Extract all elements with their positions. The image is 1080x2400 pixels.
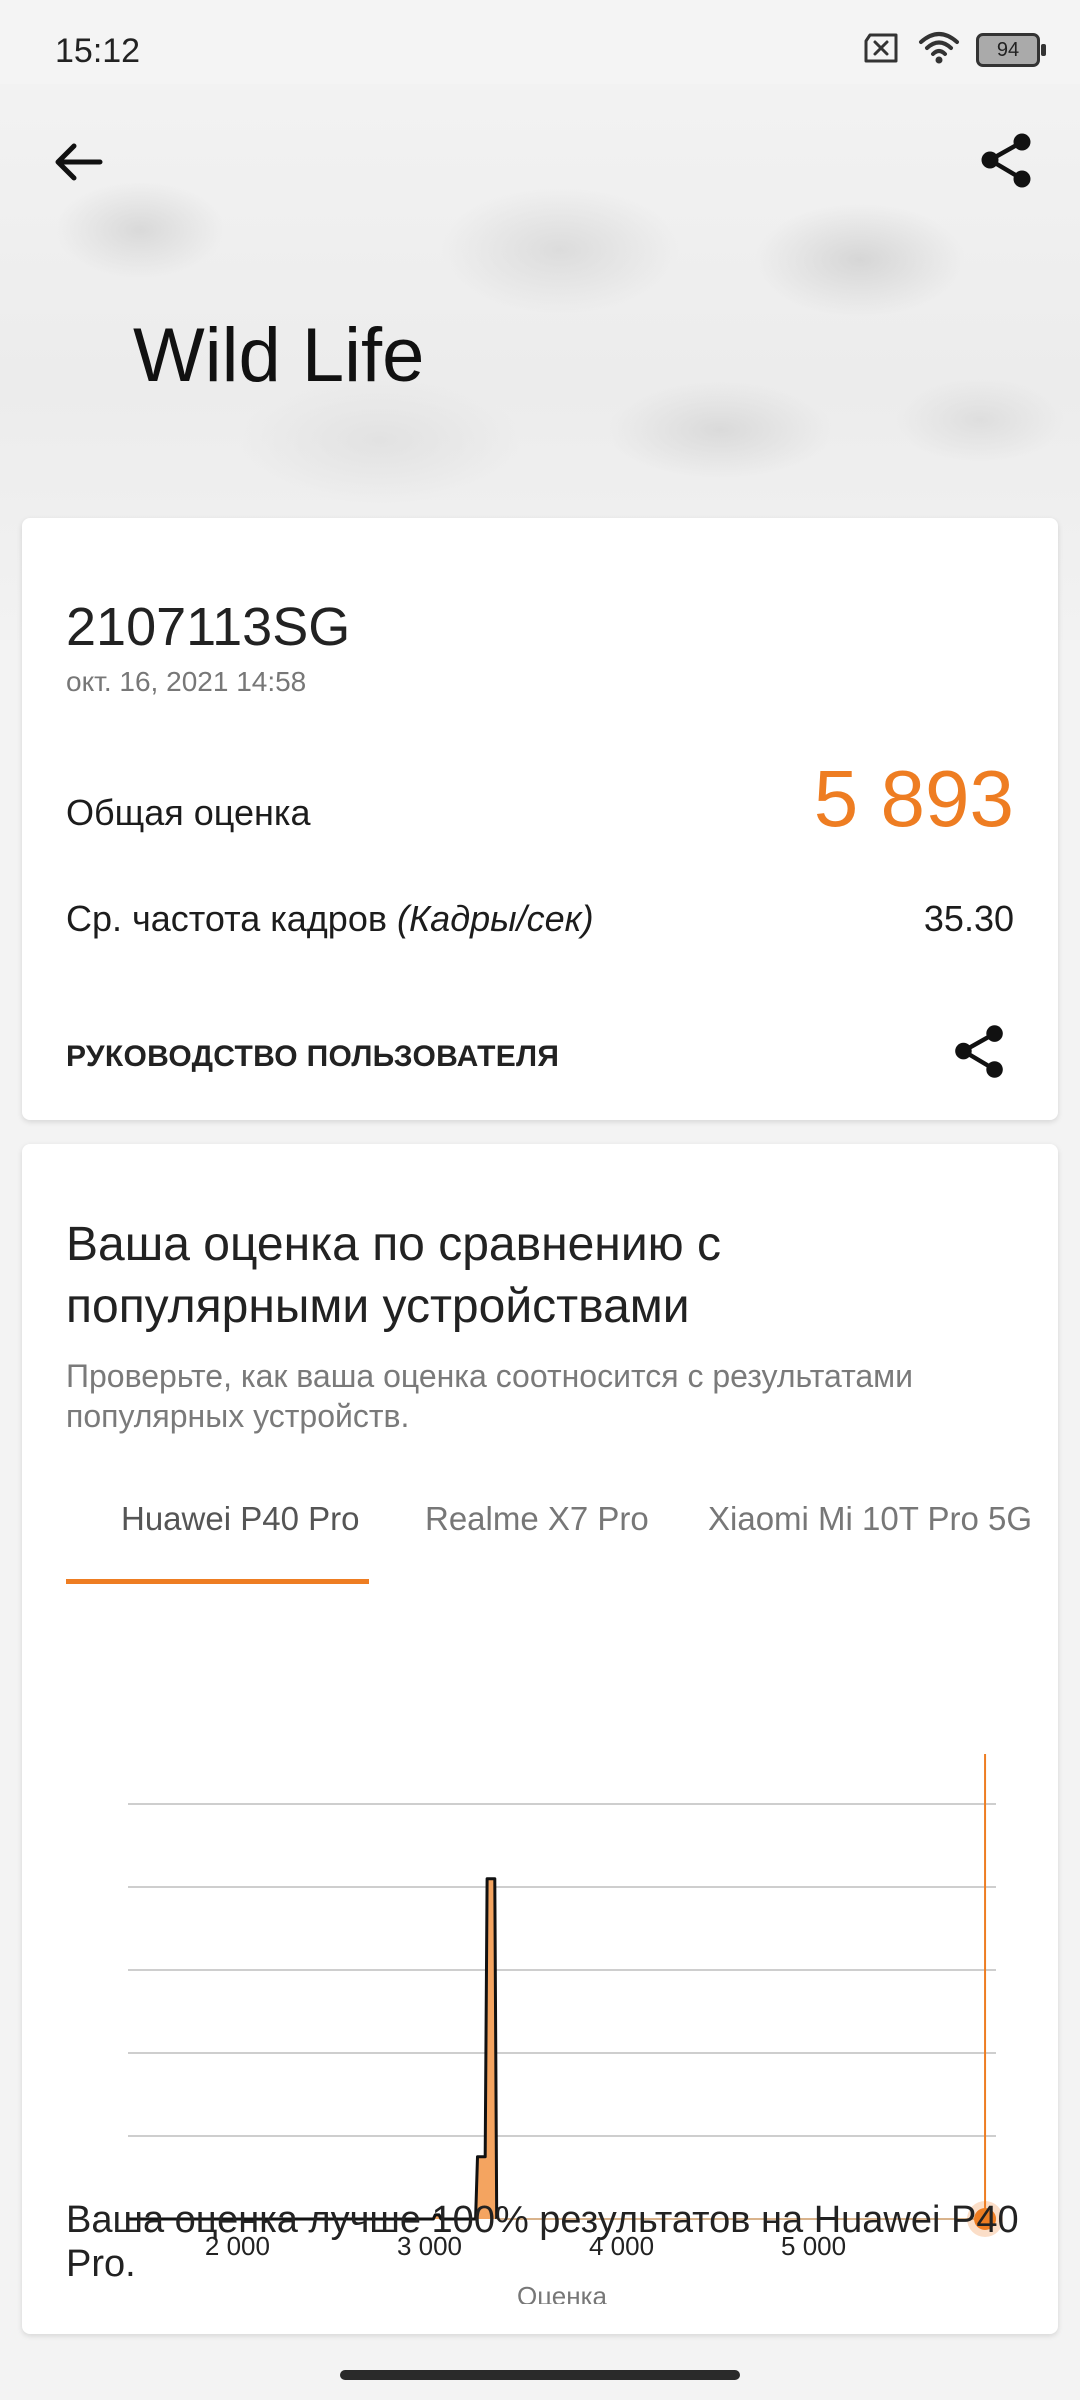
result-card: 2107113SG окт. 16, 2021 14:58 Общая оцен… xyxy=(22,518,1058,1120)
tab-huawei-p40-pro[interactable]: Huawei P40 Pro xyxy=(121,1500,359,1580)
sim-off-icon xyxy=(862,31,902,70)
comparison-subtitle: Проверьте, как ваша оценка соотносится с… xyxy=(66,1358,914,1434)
arrow-left-icon xyxy=(42,143,114,204)
distribution-outline xyxy=(128,1877,499,2221)
page-title: Wild Life xyxy=(133,313,425,398)
fps-label: Ср. частота кадров (Кадры/сек) xyxy=(66,898,594,940)
comparison-verdict: Ваша оценка лучше 100% результатов на Hu… xyxy=(66,2199,1019,2285)
share-icon xyxy=(944,1025,1014,1092)
fps-label-text: Ср. частота кадров xyxy=(66,898,397,939)
status-icons: 94 xyxy=(862,28,1046,72)
device-tabs: Huawei P40 Pro Realme X7 Pro Xiaomi Mi 1… xyxy=(66,1500,1041,1580)
share-icon xyxy=(970,133,1042,202)
overall-score-label: Общая оценка xyxy=(66,792,311,833)
share-button[interactable] xyxy=(970,126,1042,198)
overall-score-value: 5 893 xyxy=(813,754,1014,843)
comparison-title: Ваша оценка по сравнению с популярными у… xyxy=(66,1218,721,1333)
result-date: окт. 16, 2021 14:58 xyxy=(66,666,307,697)
fps-label-unit: (Кадры/сек) xyxy=(396,898,594,939)
battery-icon: 94 xyxy=(976,33,1046,67)
fps-value: 35.30 xyxy=(923,898,1014,939)
back-button[interactable] xyxy=(42,128,114,200)
comparison-card: Ваша оценка по сравнению с популярными у… xyxy=(22,1144,1058,2334)
user-guide-link[interactable]: РУКОВОДСТВО ПОЛЬЗОВАТЕЛЯ xyxy=(66,1040,559,1074)
home-indicator[interactable] xyxy=(340,2370,740,2380)
device-name: 2107113SG xyxy=(66,597,351,657)
status-time: 15:12 xyxy=(55,32,141,70)
tab-xiaomi-mi-10t-pro-5g[interactable]: Xiaomi Mi 10T Pro 5G xyxy=(708,1500,1032,1580)
share-result-button[interactable] xyxy=(944,1018,1014,1088)
distribution-area xyxy=(128,1878,497,2219)
active-tab-indicator xyxy=(66,1579,369,1584)
status-bar: 15:12 94 xyxy=(0,0,1080,84)
tab-realme-x7-pro[interactable]: Realme X7 Pro xyxy=(425,1500,649,1580)
wifi-icon xyxy=(918,31,960,70)
